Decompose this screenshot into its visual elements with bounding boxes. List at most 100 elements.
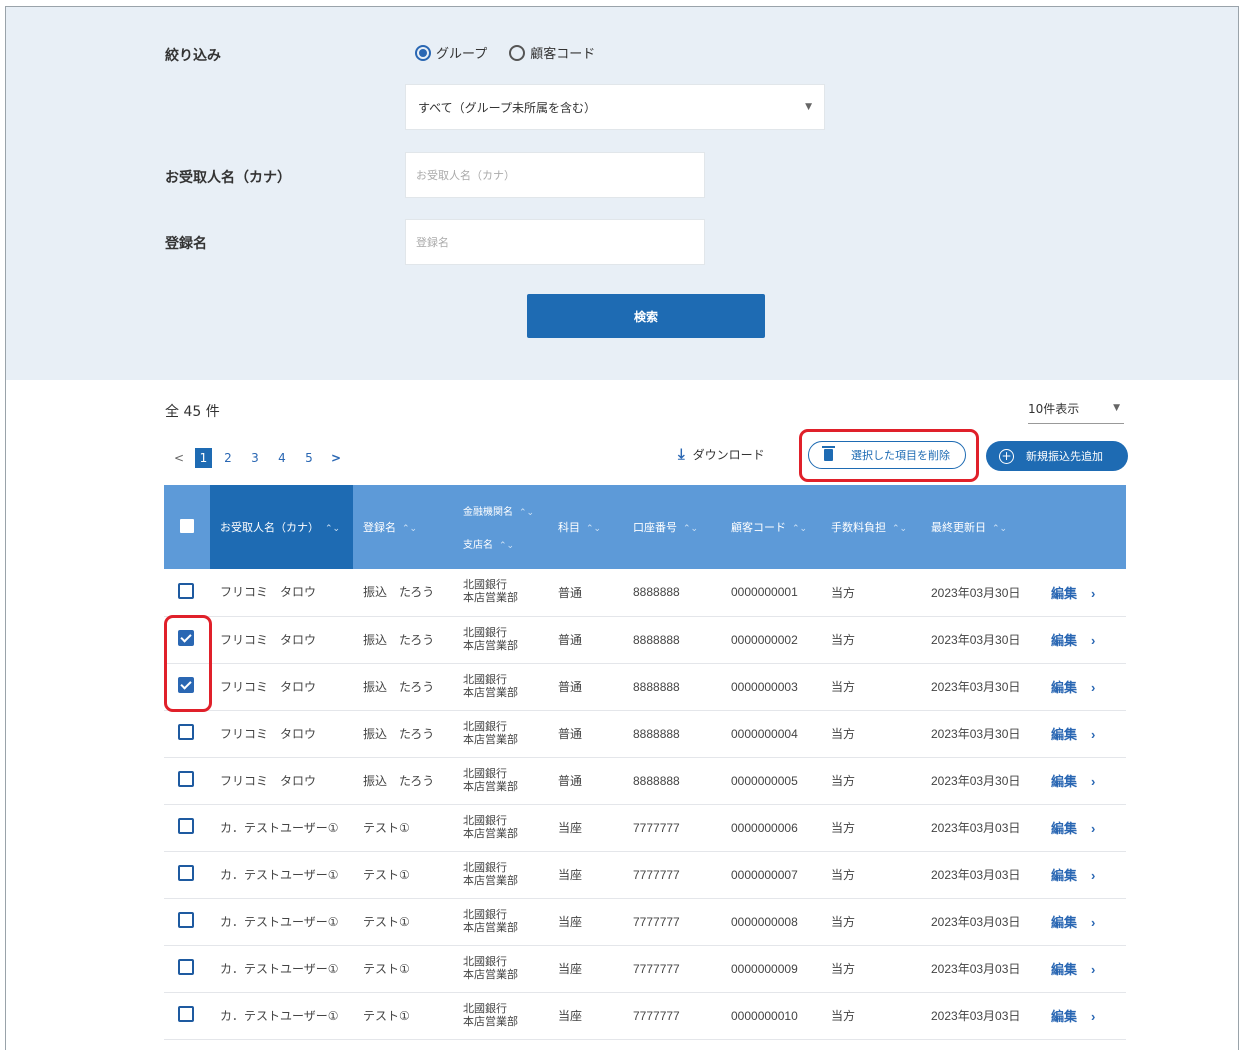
- regname-label: 登録名: [165, 236, 207, 252]
- cell-account-no: 8888888: [633, 773, 680, 788]
- bank-name: 北國銀行: [463, 1002, 507, 1015]
- row-checkbox[interactable]: [178, 959, 194, 975]
- row-checkbox[interactable]: [178, 771, 194, 787]
- row-checkbox[interactable]: [178, 724, 194, 740]
- page-link[interactable]: 4: [271, 447, 293, 469]
- col-bank[interactable]: 金融機関名 ⌃⌄ 支店名 ⌃⌄: [453, 485, 548, 569]
- cell-type: 普通: [558, 633, 583, 647]
- radio-group-option[interactable]: グループ: [415, 43, 487, 62]
- col-recipient[interactable]: お受取人名（カナ） ⌃⌄: [210, 485, 353, 569]
- regname-input[interactable]: 登録名: [405, 219, 705, 265]
- next-page-icon[interactable]: >: [325, 447, 347, 469]
- sort-icon: ⌃⌄: [402, 522, 418, 533]
- cell-regname: 振込 たろう: [363, 585, 435, 600]
- cell-recipient: フリコミ タロウ: [220, 585, 317, 600]
- cell-fee: 当方: [831, 585, 856, 600]
- page-link[interactable]: 5: [298, 447, 320, 469]
- plus-circle-icon: +: [999, 448, 1014, 464]
- row-checkbox[interactable]: [178, 818, 194, 834]
- download-icon: ⤓: [678, 445, 685, 463]
- edit-link[interactable]: 編集 ›: [1041, 851, 1126, 898]
- delete-selected-label: 選択した項目を削除: [851, 449, 950, 462]
- search-button[interactable]: 検索: [527, 294, 765, 338]
- edit-label: 編集: [1051, 774, 1078, 789]
- cell-bank: 北國銀行 本店営業部: [453, 757, 548, 804]
- page-link[interactable]: 3: [244, 447, 266, 469]
- col-fee[interactable]: 手数料負担 ⌃⌄: [821, 485, 921, 569]
- edit-label: 編集: [1051, 727, 1078, 742]
- cell-account-no: 7777777: [633, 867, 680, 882]
- cell-regname: テスト①: [363, 914, 410, 929]
- radio-customer-option[interactable]: 顧客コード: [509, 43, 595, 62]
- edit-link[interactable]: 編集 ›: [1041, 710, 1126, 757]
- edit-link[interactable]: 編集 ›: [1041, 804, 1126, 851]
- highlight-box: [164, 615, 212, 712]
- caret-down-icon: ▼: [805, 102, 812, 112]
- cell-customer-code: 0000000006: [731, 820, 798, 835]
- edit-link[interactable]: 編集 ›: [1041, 898, 1126, 945]
- row-checkbox[interactable]: [178, 865, 194, 881]
- branch-name: 本店営業部: [463, 827, 518, 840]
- row-checkbox[interactable]: [178, 1006, 194, 1022]
- chevron-right-icon: ›: [1091, 680, 1096, 695]
- edit-link[interactable]: 編集 ›: [1041, 945, 1126, 992]
- page-link[interactable]: 2: [217, 447, 239, 469]
- cell-regname: 振込 たろう: [363, 726, 435, 741]
- cell-bank: 北國銀行 本店営業部: [453, 992, 548, 1039]
- radio-customer-label: 顧客コード: [530, 47, 596, 62]
- edit-link[interactable]: 編集 ›: [1041, 569, 1126, 616]
- select-all-checkbox[interactable]: [180, 518, 194, 533]
- edit-label: 編集: [1051, 1009, 1078, 1024]
- row-checkbox[interactable]: [178, 582, 194, 599]
- group-select-value: すべて（グループ未所属を含む）: [418, 100, 596, 115]
- cell-type: 当座: [558, 868, 583, 882]
- table-row: カ．テストユーザー① テスト① 北國銀行 本店営業部 当座 7777777 00000000…: [164, 804, 1126, 851]
- group-select[interactable]: すべて（グループ未所属を含む） ▼: [405, 84, 825, 130]
- cell-fee: 当方: [831, 1009, 856, 1023]
- cell-recipient: カ．テストユーザー①: [220, 1008, 339, 1023]
- chevron-right-icon: ›: [1091, 585, 1096, 601]
- col-regname[interactable]: 登録名 ⌃⌄: [353, 485, 453, 569]
- download-link[interactable]: ⤓ ダウンロード: [678, 445, 765, 463]
- cell-account-no: 7777777: [633, 961, 680, 976]
- recipient-table: お受取人名（カナ） ⌃⌄ 登録名 ⌃⌄ 金融機関名 ⌃⌄ 支店名 ⌃⌄ 科目 ⌃⌄ 口座番…: [164, 485, 1126, 1040]
- page-link[interactable]: 1: [195, 448, 212, 468]
- col-account-no[interactable]: 口座番号 ⌃⌄: [623, 485, 721, 569]
- table-row: フリコミ タロウ 振込 たろう 北國銀行 本店営業部 普通 8888888 00000000…: [164, 710, 1126, 757]
- prev-page-icon[interactable]: <: [168, 447, 190, 469]
- cell-updated: 2023年03月03日: [931, 868, 1021, 882]
- cell-type: 当座: [558, 962, 583, 976]
- trash-icon: [822, 446, 835, 461]
- radio-selected-icon: [415, 44, 431, 61]
- col-customer-code[interactable]: 顧客コード ⌃⌄: [721, 485, 821, 569]
- edit-label: 編集: [1051, 680, 1078, 695]
- edit-link[interactable]: 編集 ›: [1041, 992, 1126, 1039]
- sort-icon: ⌃⌄: [792, 522, 808, 533]
- recipient-input[interactable]: お受取人名（カナ）: [405, 152, 705, 198]
- cell-updated: 2023年03月03日: [931, 1009, 1021, 1023]
- sort-icon: ⌃⌄: [586, 522, 602, 533]
- row-checkbox[interactable]: [178, 912, 194, 928]
- cell-type: 普通: [558, 727, 583, 741]
- cell-fee: 当方: [831, 774, 856, 788]
- edit-link[interactable]: 編集 ›: [1041, 757, 1126, 804]
- bank-name: 北國銀行: [463, 814, 507, 827]
- col-account-type[interactable]: 科目 ⌃⌄: [548, 485, 623, 569]
- chevron-right-icon: ›: [1091, 915, 1096, 930]
- edit-link[interactable]: 編集 ›: [1041, 663, 1126, 710]
- cell-recipient: カ．テストユーザー①: [220, 914, 339, 929]
- add-recipient-button[interactable]: + 新規振込先追加: [986, 441, 1128, 471]
- branch-name: 本店営業部: [463, 686, 518, 699]
- sort-icon: ⌃⌄: [499, 539, 515, 550]
- table-row: カ．テストユーザー① テスト① 北國銀行 本店営業部 当座 7777777 00000000…: [164, 992, 1126, 1039]
- cell-updated: 2023年03月30日: [931, 774, 1021, 788]
- chevron-right-icon: ›: [1091, 962, 1096, 977]
- col-updated[interactable]: 最終更新日 ⌃⌄: [921, 485, 1041, 569]
- delete-selected-button[interactable]: 選択した項目を削除: [808, 441, 966, 469]
- edit-link[interactable]: 編集 ›: [1041, 616, 1126, 663]
- cell-recipient: フリコミ タロウ: [220, 726, 317, 741]
- per-page-select[interactable]: 10件表示 ▼: [1028, 393, 1124, 424]
- result-count: 全 45 件: [165, 404, 220, 420]
- branch-name: 本店営業部: [463, 921, 518, 934]
- cell-fee: 当方: [831, 727, 856, 741]
